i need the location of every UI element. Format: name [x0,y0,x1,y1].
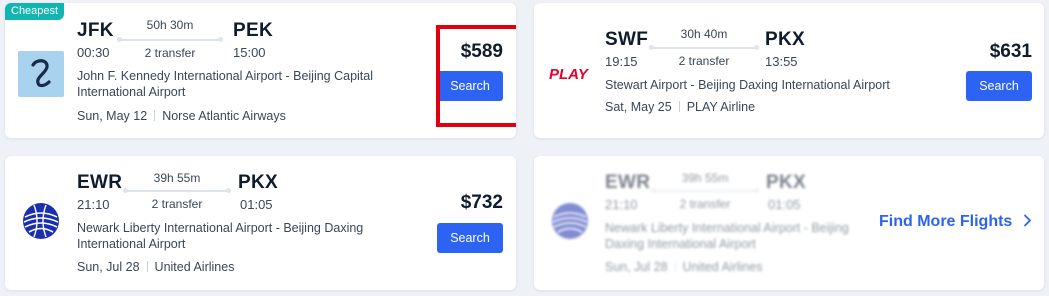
destination-code: PKX [765,29,805,50]
divider [674,261,676,272]
airline-name: PLAY Airline [686,100,756,114]
transfer-count: 2 transfer [679,197,731,211]
flight-meta: Sun, Jul 28 United Airlines [605,260,762,274]
airports-route: Stewart Airport - Beijing Daxing Interna… [605,78,890,92]
price: $631 [989,41,1032,62]
flight-meta: Sun, May 12 Norse Atlantic Airways [77,109,286,123]
departure-time: 19:15 [605,54,638,69]
duration: 50h 30m [146,18,194,32]
divider [146,261,148,272]
highlight-box [436,25,516,127]
route-line [123,188,231,193]
duration: 30h 40m [680,27,728,41]
united-airlines-logo-icon [549,200,591,242]
find-more-label: Find More Flights [879,213,1013,230]
norse-atlantic-logo-icon [18,51,64,97]
flight-card: PLAY SWF 19:15 30h 40m 2 transfer PKX 13… [534,3,1044,138]
departure-time: 21:10 [605,197,638,212]
search-button[interactable]: Search [437,223,503,253]
divider [154,110,156,121]
origin-code: JFK [77,20,114,41]
search-button[interactable]: Search [966,71,1032,101]
transfer-count: 2 transfer [678,54,730,68]
airline-name: United Airlines [154,260,235,274]
route-line [651,188,759,193]
flight-date: Sat, May 25 [605,100,672,114]
flight-date: Sun, Jul 28 [77,260,140,274]
svg-text:PLAY: PLAY [549,66,590,83]
divider [678,101,680,112]
united-airlines-logo-icon [20,200,62,242]
departure-time: 00:30 [77,45,110,60]
airline-name: United Airlines [682,260,763,274]
origin-code: SWF [605,29,649,50]
cheapest-badge: Cheapest [5,3,65,20]
airports-route: Newark Liberty International Airport - B… [77,221,364,251]
route-line [117,37,223,42]
flight-date: Sun, Jul 28 [605,260,668,274]
duration: 39h 55m [681,171,729,185]
destination-code: PKX [766,172,806,193]
origin-code: EWR [77,172,123,193]
flight-meta: Sat, May 25 PLAY Airline [605,100,755,114]
destination-code: PKX [238,172,278,193]
find-more-card: EWR 21:10 39h 55m 2 transfer PKX 01:05 N… [534,156,1044,290]
arrival-time: 15:00 [233,45,266,60]
airports-route: Newark Liberty International Airport - B… [605,221,849,251]
transfer-count: 2 transfer [144,46,196,60]
play-airline-logo-icon: PLAY [547,51,595,97]
airline-name: Norse Atlantic Airways [162,109,286,123]
arrival-time: 01:05 [240,197,273,212]
transfer-count: 2 transfer [151,197,203,211]
flight-meta: Sun, Jul 28 United Airlines [77,260,234,274]
origin-code: EWR [605,172,651,193]
chevron-right-icon [1018,213,1031,230]
route-line [649,45,759,50]
arrival-time: 13:55 [765,54,798,69]
find-more-flights-link[interactable]: Find More Flights [879,213,1032,231]
flight-card: Cheapest JFK 00:30 50h 30m 2 transfer PE… [5,3,516,138]
arrival-time: 01:05 [768,197,801,212]
destination-code: PEK [233,20,273,41]
flight-card: EWR 21:10 39h 55m 2 transfer PKX 01:05 N… [5,156,516,290]
price: $732 [460,192,503,213]
airports-route: John F. Kennedy International Airport - … [77,69,374,99]
departure-time: 21:10 [77,197,110,212]
flight-date: Sun, May 12 [77,109,148,123]
duration: 39h 55m [153,171,201,185]
